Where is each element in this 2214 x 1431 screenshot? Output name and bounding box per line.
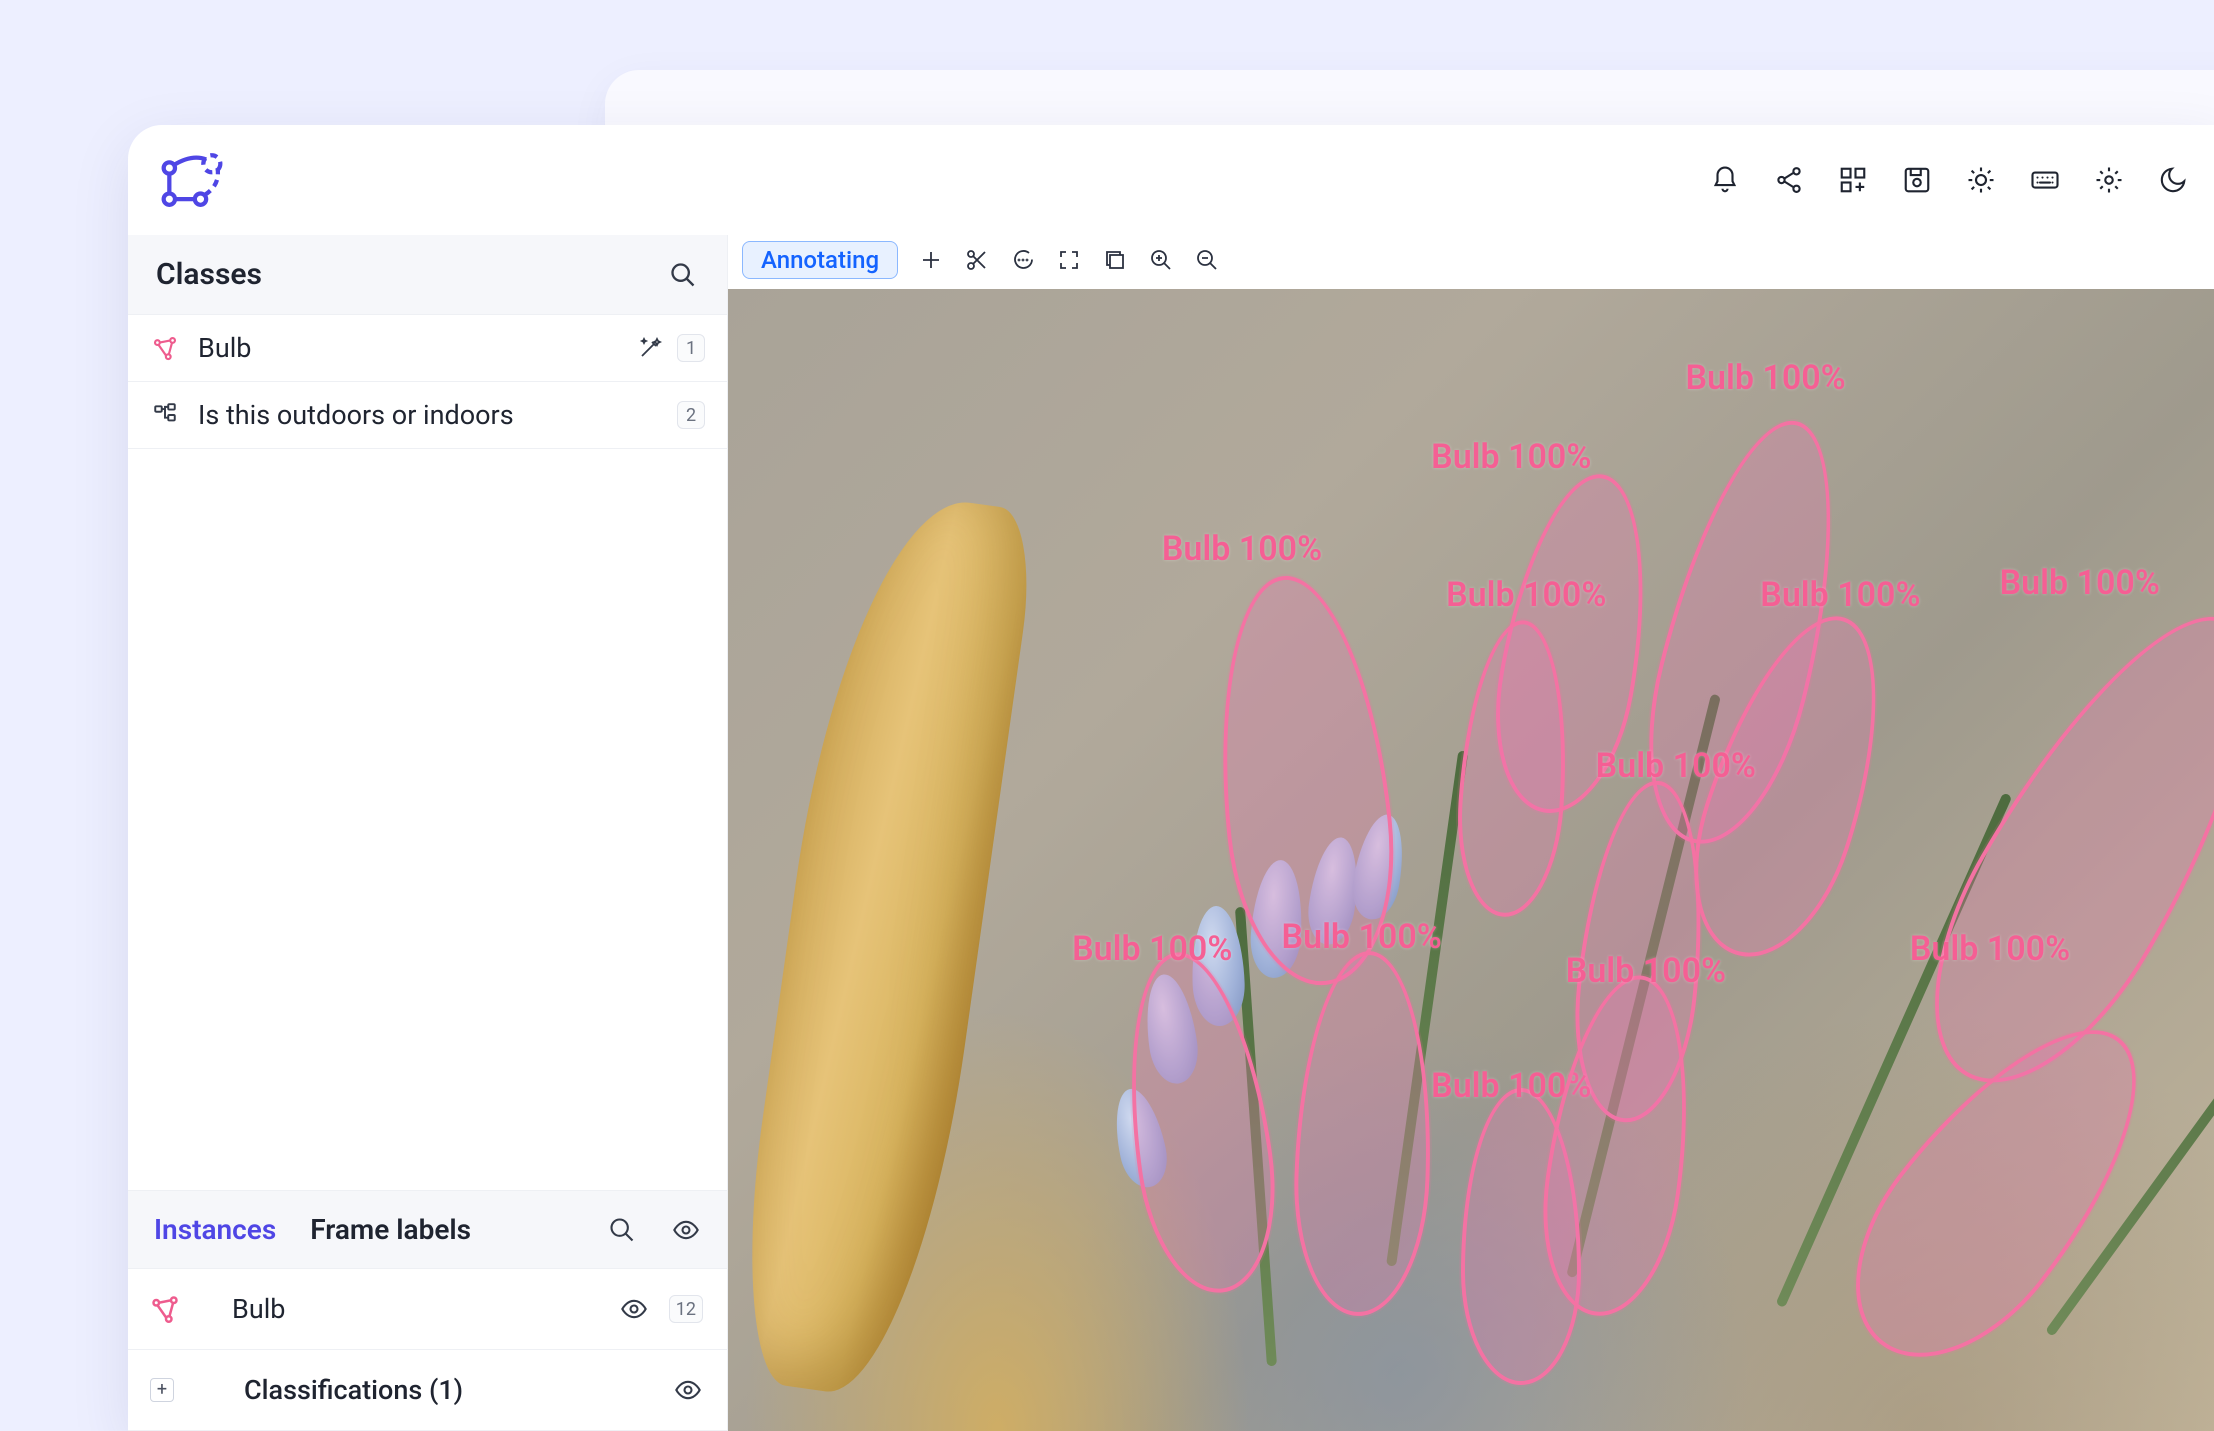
expand-plus-icon[interactable]: + — [150, 1378, 174, 1402]
save-icon[interactable] — [1902, 165, 1932, 195]
brightness-icon[interactable] — [1966, 165, 1996, 195]
bell-icon[interactable] — [1710, 165, 1740, 195]
zoom-in-icon[interactable] — [1148, 247, 1174, 273]
share-icon[interactable] — [1774, 165, 1804, 195]
annotation-label: Bulb 100% — [1910, 929, 2070, 969]
annotation-label: Bulb 100% — [1282, 917, 1442, 957]
sidebar: Classes Bulb — [128, 235, 728, 1431]
polygon-icon — [150, 333, 180, 363]
tab-frame-labels[interactable]: Frame labels — [310, 1213, 471, 1246]
background-leaf — [728, 486, 1040, 1404]
keyboard-icon[interactable] — [2030, 165, 2060, 195]
settings-gear-icon[interactable] — [2094, 165, 2124, 195]
search-icon[interactable] — [667, 259, 699, 291]
instance-label: Bulb — [200, 1293, 599, 1325]
classes-title: Classes — [156, 257, 653, 292]
instance-row-bulb[interactable]: Bulb 12 — [128, 1269, 727, 1350]
moon-icon[interactable] — [2158, 165, 2188, 195]
annotation-bulb[interactable] — [1109, 944, 1290, 1302]
annotation-canvas[interactable]: Bulb 100% Bulb 100% Bulb 100% Bulb 100% Bulb… — [728, 289, 2214, 1431]
annotation-label: Bulb 100% — [1596, 746, 1756, 786]
class-count-badge: 1 — [677, 334, 705, 362]
annotation-label: Bulb 100% — [1566, 951, 1726, 991]
tree-question-icon — [150, 400, 180, 430]
instance-count-badge: 12 — [669, 1295, 703, 1323]
annotation-label: Bulb 100% — [1162, 529, 1322, 569]
magic-wand-icon[interactable] — [637, 335, 663, 361]
scissors-icon[interactable] — [964, 247, 990, 273]
annotation-label: Bulb 100% — [1431, 437, 1591, 477]
app-header — [128, 125, 2214, 235]
annotation-bulb[interactable] — [1290, 949, 1437, 1319]
app-logo[interactable] — [158, 151, 226, 209]
class-label: Is this outdoors or indoors — [198, 399, 659, 431]
instances-list: Bulb 12 + Classifications (1) — [128, 1269, 727, 1431]
classifications-row[interactable]: + Classifications (1) — [128, 1350, 727, 1431]
add-icon[interactable] — [918, 247, 944, 273]
classes-list: Bulb 1 — [128, 315, 727, 449]
search-icon[interactable] — [607, 1215, 637, 1245]
annotation-label: Bulb 100% — [1760, 575, 1920, 615]
expand-icon[interactable] — [1056, 247, 1082, 273]
app-window: Classes Bulb — [128, 125, 2214, 1431]
canvas-panel: Annotating — [728, 235, 2214, 1431]
annotation-label: Bulb 100% — [1446, 575, 1606, 615]
frame-icon[interactable] — [1102, 247, 1128, 273]
header-icon-bar — [1710, 165, 2188, 195]
class-row-question[interactable]: Is this outdoors or indoors 2 — [128, 382, 727, 449]
class-row-bulb[interactable]: Bulb 1 — [128, 315, 727, 382]
class-count-badge: 2 — [677, 401, 705, 429]
classifications-label: Classifications (1) — [244, 1374, 653, 1406]
annotation-label: Bulb 100% — [1685, 358, 1845, 398]
canvas-toolbar: Annotating — [728, 235, 2214, 289]
classes-header: Classes — [128, 235, 727, 315]
polygon-icon — [150, 1294, 180, 1324]
class-label: Bulb — [198, 332, 619, 364]
visibility-eye-icon[interactable] — [673, 1375, 703, 1405]
visibility-eye-icon[interactable] — [671, 1215, 701, 1245]
tab-instances[interactable]: Instances — [154, 1213, 276, 1246]
status-chip: Annotating — [742, 241, 898, 279]
instances-tabs: Instances Frame labels — [128, 1190, 727, 1269]
zoom-out-icon[interactable] — [1194, 247, 1220, 273]
visibility-eye-icon[interactable] — [619, 1294, 649, 1324]
annotation-label: Bulb 100% — [2000, 563, 2160, 603]
comment-icon[interactable] — [1010, 247, 1036, 273]
annotation-label: Bulb 100% — [1072, 929, 1232, 969]
grid-add-icon[interactable] — [1838, 165, 1868, 195]
